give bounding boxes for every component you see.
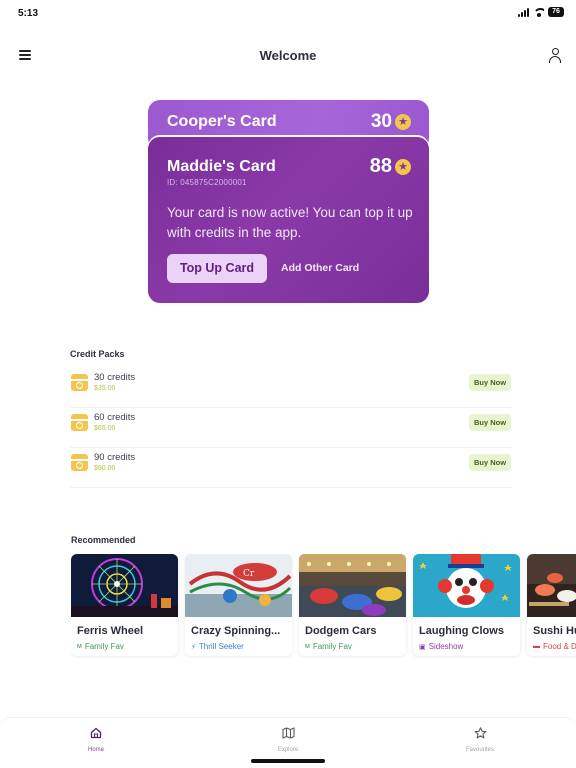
star-coin-icon: ★ <box>395 114 411 130</box>
recommended-carousel[interactable]: Ferris Wheel ᴍ Family Fav Cr Crazy Spinn… <box>71 554 576 658</box>
rec-card-laughing-clowns[interactable]: Laughing Clows ▣ Sideshow <box>413 554 520 656</box>
rec-card-crazy-spinning[interactable]: Cr Crazy Spinning... ⚡ Thrill Seeker <box>185 554 292 656</box>
page-title: Welcome <box>259 48 317 63</box>
map-icon <box>281 727 295 739</box>
sushi-image <box>527 554 576 617</box>
star-icon <box>474 727 486 739</box>
card-status-message: Your card is now active! You can top it … <box>167 205 413 240</box>
nav-favourites[interactable]: Favourites <box>440 726 520 753</box>
credit-pack-item: 60 credits $65.00 Buy Now <box>70 410 512 448</box>
rec-card-title: Crazy Spinning... <box>191 625 281 637</box>
credit-pack-price: $65.00 <box>94 425 116 432</box>
dodgem-cars-image <box>299 554 406 617</box>
card-maddies: Maddie's Card ID: 045875C2000001 88 ★ Yo… <box>148 137 429 303</box>
rec-card-tag: ⚡ Thrill Seeker <box>191 642 244 651</box>
card-points: 30 ★ <box>371 111 411 133</box>
nav-home[interactable]: Home <box>56 726 136 753</box>
card-id: ID: 045875C2000001 <box>167 178 247 187</box>
credit-pack-title: 90 credits <box>94 452 136 463</box>
rec-card-title: Dodgem Cars <box>305 625 377 637</box>
rec-card-tag-label: Sideshow <box>428 642 464 651</box>
ticket-icon: ▣ <box>419 643 426 651</box>
family-icon: ᴍ <box>305 643 310 650</box>
rec-card-title: Ferris Wheel <box>77 625 144 637</box>
profile-icon[interactable] <box>548 47 562 63</box>
rec-card-sushi[interactable]: Sushi Hu ▬ Food & D <box>527 554 576 656</box>
rec-card-title: Sushi Hu <box>533 625 576 637</box>
gift-icon <box>71 414 88 431</box>
app-header: Welcome <box>0 40 576 70</box>
status-icons: 76 <box>518 7 564 17</box>
battery-indicator: 76 <box>548 7 564 17</box>
home-indicator <box>251 759 325 763</box>
recommended-title: Recommended <box>71 535 136 545</box>
buy-now-button[interactable]: Buy Now <box>469 454 511 471</box>
card-points: 88 ★ <box>370 155 411 178</box>
card-points-value: 88 <box>369 155 392 177</box>
lightning-icon: ⚡ <box>191 643 196 651</box>
rec-card-tag-label: Thrill Seeker <box>198 642 244 651</box>
rec-card-ferris-wheel[interactable]: Ferris Wheel ᴍ Family Fav <box>71 554 178 656</box>
rec-card-tag-label: Food & D <box>543 642 576 651</box>
rec-card-dodgem-cars[interactable]: Dodgem Cars ᴍ Family Fav <box>299 554 406 656</box>
ferris-wheel-image <box>71 554 178 617</box>
credit-packs-title: Credit Packs <box>70 349 125 359</box>
rec-card-tag-label: Family Fav <box>312 642 352 651</box>
card-name: Maddie's Card <box>167 158 276 175</box>
nav-home-label: Home <box>87 747 104 753</box>
wifi-icon <box>533 7 544 17</box>
star-coin-icon: ★ <box>395 158 411 175</box>
svg-text:Cr: Cr <box>243 569 255 579</box>
laughing-clowns-image <box>413 554 520 617</box>
buy-now-button[interactable]: Buy Now <box>469 374 511 391</box>
food-icon: ▬ <box>533 643 540 650</box>
nav-explore-label: Explore <box>277 747 299 753</box>
credit-pack-title: 30 credits <box>94 372 136 383</box>
rec-card-tag: ▣ Sideshow <box>419 642 463 651</box>
add-other-card-button[interactable]: Add Other Card <box>281 254 359 283</box>
rec-card-tag: ᴍ Family Fav <box>77 642 124 651</box>
buy-now-button[interactable]: Buy Now <box>469 414 511 431</box>
home-icon <box>90 727 102 739</box>
status-bar: 5:13 76 <box>0 0 576 26</box>
card-name: Cooper's Card <box>167 113 277 130</box>
credit-pack-item: 30 credits $35.00 Buy Now <box>70 370 512 408</box>
nav-favourites-label: Favourites <box>465 747 494 753</box>
credit-pack-item: 90 credits $90.00 Buy Now <box>70 450 512 488</box>
credit-pack-title: 60 credits <box>94 412 136 423</box>
top-up-card-button[interactable]: Top Up Card <box>167 254 267 283</box>
rec-card-title: Laughing Clows <box>419 625 504 637</box>
gift-icon <box>71 374 88 391</box>
rec-card-tag-label: Family Fav <box>84 642 124 651</box>
crazy-spinning-image: Cr <box>185 554 292 617</box>
rec-card-tag: ᴍ Family Fav <box>305 642 352 651</box>
family-icon: ᴍ <box>77 643 82 650</box>
rec-card-tag: ▬ Food & D <box>533 642 576 651</box>
credit-pack-price: $35.00 <box>94 385 116 392</box>
gift-icon <box>71 454 88 471</box>
status-time: 5:13 <box>18 8 39 19</box>
signal-icon <box>518 7 529 17</box>
credit-pack-price: $90.00 <box>94 465 116 472</box>
nav-explore[interactable]: Explore <box>248 726 328 753</box>
card-points-value: 30 <box>370 111 392 132</box>
